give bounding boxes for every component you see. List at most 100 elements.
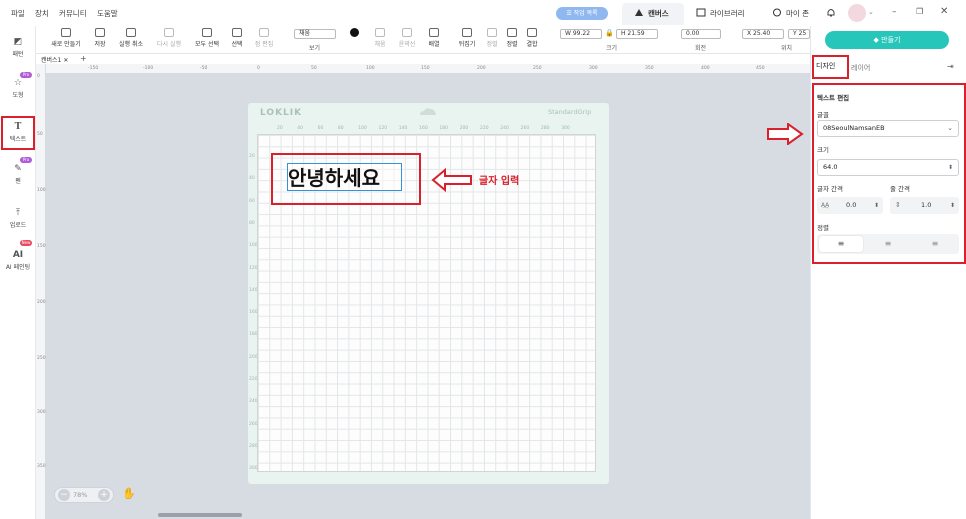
ruler-tick: 350 — [37, 464, 46, 469]
y-input[interactable]: Y 25 — [788, 29, 810, 39]
view-mode-select[interactable]: 채움 — [294, 29, 336, 39]
ruler-tick: 450 — [756, 66, 765, 71]
point-edit-icon — [259, 28, 269, 37]
position-label: 위치 — [781, 45, 793, 52]
ruler-tick: 250 — [37, 356, 46, 361]
toolbar: 새로 만들기 저장 실행 취소 다시 실행 모두 선택 선택 점 편집 채움 보… — [36, 26, 810, 54]
sort-button[interactable]: 정렬 — [504, 28, 520, 48]
view-label: 보기 — [309, 45, 321, 52]
combine-icon — [527, 28, 537, 37]
ai-icon: AI — [12, 250, 24, 260]
ruler-left: 0 50 100 150 200 250 300 350 — [36, 64, 46, 519]
ruler-tick: 300 — [589, 66, 598, 71]
text-highlight-box — [271, 153, 421, 205]
mat-ruler-tick: 100 — [358, 126, 367, 131]
arrange-button[interactable]: 배열 — [425, 28, 443, 48]
pen-icon: ✎ — [14, 164, 22, 174]
text-edit-highlight-box — [812, 83, 966, 264]
fill-icon — [375, 28, 385, 37]
ruler-tick: 50 — [311, 66, 317, 71]
left-sidebar: ◩ 패턴 Pro ☆ 도형 T 텍스트 Pro ✎ 펜 ⤒ 업로드 New AI AI 페인… — [0, 26, 36, 519]
ruler-top: -150 -100 -50 0 50 100 150 200 250 300 3… — [46, 64, 810, 74]
sidebar-item-ai-painting[interactable]: AI AI 페인팅 — [0, 250, 36, 271]
lock-icon[interactable]: 🔒 — [605, 29, 614, 37]
close-tab-icon[interactable]: ✕ — [63, 57, 68, 64]
tab-canvas[interactable]: 캔버스 — [622, 3, 684, 25]
zoom-in-button[interactable]: + — [98, 489, 110, 501]
mat-ruler-tick: 300 — [561, 126, 570, 131]
tab-library[interactable]: 라이브러리 — [684, 3, 760, 25]
mat-ruler-top: 20 40 60 80 100 120 140 160 180 200 220 240 260 280 30… — [257, 126, 596, 134]
tab-layer[interactable]: 레이어 — [851, 63, 870, 73]
chevron-down-icon[interactable]: ⌄ — [868, 8, 874, 16]
menu-help[interactable]: 도움말 — [97, 8, 118, 19]
cursor-icon — [232, 28, 242, 37]
mat-ruler-tick: 40 — [249, 176, 255, 182]
cloud-icon — [420, 108, 436, 115]
panel-collapse-icon[interactable]: ⇥ — [947, 62, 954, 71]
x-input[interactable]: X 25.40 — [742, 29, 784, 39]
avatar[interactable] — [848, 4, 866, 22]
combine-button[interactable]: 결합 — [524, 28, 540, 48]
tab-my-zone[interactable]: 마이 존 — [760, 3, 820, 25]
minimize-icon[interactable]: – — [892, 7, 897, 17]
annotation-arrow-right-icon — [767, 123, 804, 145]
mat-ruler-tick: 20 — [277, 126, 283, 131]
mat-ruler-tick: 140 — [398, 126, 408, 131]
menu-device[interactable]: 장치 — [35, 8, 49, 19]
ruler-tick: 100 — [366, 66, 375, 71]
point-edit-button[interactable]: 점 편집 — [252, 28, 276, 48]
fill-button[interactable]: 채움 — [370, 28, 390, 48]
undo-button[interactable]: 실행 취소 — [116, 28, 146, 48]
mat-ruler-tick: 260 — [520, 126, 530, 131]
mat-ruler-tick: 220 — [480, 126, 489, 131]
hand-icon[interactable]: ✋ — [122, 487, 136, 500]
task-list-button[interactable]: ☰ 작업 목록 — [556, 7, 608, 20]
rotate-label: 회전 — [695, 45, 707, 52]
mat-type-label: StandardGrip — [548, 108, 592, 116]
new-button[interactable]: 새로 만들기 — [50, 28, 82, 48]
sort-icon — [507, 28, 517, 37]
sidebar-item-shape[interactable]: ☆ 도형 — [0, 78, 36, 99]
fill-color-button[interactable] — [346, 28, 362, 39]
make-button[interactable]: ◆ 만들기 — [825, 31, 949, 49]
align-icon — [487, 28, 497, 37]
canvas-tab[interactable]: 캔버스1 ✕ — [41, 55, 68, 64]
sidebar-item-upload[interactable]: ⤒ 업로드 — [0, 208, 36, 229]
text-tool-highlight-box — [1, 116, 35, 150]
bell-icon[interactable] — [826, 7, 836, 18]
select-all-button[interactable]: 모두 선택 — [192, 28, 222, 48]
mat-ruler-tick: 80 — [337, 126, 344, 131]
sidebar-item-pattern[interactable]: ◩ 패턴 — [0, 37, 36, 58]
outline-button[interactable]: 윤곽선 — [396, 28, 418, 48]
zoom-out-button[interactable]: − — [58, 489, 70, 501]
close-icon[interactable]: ✕ — [940, 6, 948, 17]
new-file-icon — [61, 28, 71, 37]
sidebar-item-pen[interactable]: ✎ 펜 — [0, 164, 36, 185]
width-input[interactable]: W 99.22 — [560, 29, 602, 39]
ruler-tick: -50 — [200, 66, 208, 71]
pro-badge: Pro — [20, 157, 32, 163]
annotation-arrow-left-icon — [431, 168, 472, 192]
ruler-tick: 0 — [257, 66, 260, 71]
outline-icon — [402, 28, 412, 37]
mat-ruler-tick: 20 — [249, 154, 255, 159]
horizontal-scrollbar[interactable] — [158, 513, 242, 517]
menu-community[interactable]: 커뮤니티 — [59, 8, 87, 19]
color-dot-icon — [349, 28, 359, 37]
save-button[interactable]: 저장 — [90, 28, 110, 48]
mat-ruler-left: 20 40 60 80 100 120 140 160 180 200 220 240 260 280 30… — [248, 134, 258, 472]
mat-ruler-tick: 80 — [249, 220, 255, 226]
menu-file[interactable]: 파일 — [11, 8, 25, 19]
restore-icon[interactable]: ❐ — [916, 7, 923, 16]
zoom-value: 78% — [73, 491, 88, 499]
flip-button[interactable]: 뒤집기 — [456, 28, 478, 48]
redo-button[interactable]: 다시 실행 — [154, 28, 184, 48]
ruler-tick: -100 — [143, 66, 154, 71]
height-input[interactable]: H 21.59 — [616, 29, 658, 39]
select-button[interactable]: 선택 — [230, 28, 244, 48]
add-canvas-button[interactable]: + — [80, 54, 87, 63]
align-button[interactable]: 정렬 — [484, 28, 500, 48]
rotate-input[interactable]: 0.00 — [681, 29, 721, 39]
mat-ruler-tick: 40 — [297, 126, 304, 131]
